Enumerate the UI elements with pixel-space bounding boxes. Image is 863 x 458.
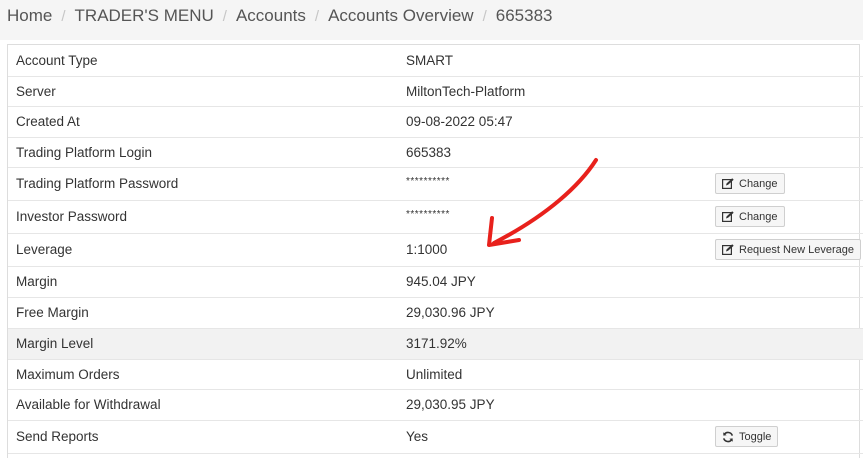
- maximum-orders-label: Maximum Orders: [16, 366, 120, 382]
- account-type-value: SMART: [406, 52, 454, 68]
- breadcrumb-accounts[interactable]: Accounts: [236, 6, 306, 25]
- platform-password-label: Trading Platform Password: [16, 176, 179, 191]
- refresh-icon: [722, 431, 734, 443]
- account-details-table: Account Type SMART Server MiltonTech-Pla…: [8, 45, 863, 454]
- edit-icon: [722, 178, 734, 189]
- row-platform-password: Trading Platform Password ********** Cha…: [8, 167, 863, 200]
- row-send-reports: Send Reports Yes Toggle: [8, 420, 863, 453]
- created-at-value: 09-08-2022 05:47: [406, 114, 513, 129]
- row-margin-level: Margin Level 3171.92%: [8, 328, 863, 359]
- row-available-withdrawal: Available for Withdrawal 29,030.95 JPY: [8, 389, 863, 420]
- change-platform-password-label: Change: [739, 177, 778, 190]
- free-margin-label: Free Margin: [16, 305, 89, 320]
- investor-password-label: Investor Password: [16, 209, 128, 224]
- account-type-label: Account Type: [16, 52, 98, 68]
- send-reports-value: Yes: [406, 429, 429, 444]
- row-maximum-orders: Maximum Orders Unlimited: [8, 359, 863, 389]
- request-new-leverage-button[interactable]: Request New Leverage: [715, 239, 861, 260]
- margin-value: 945.04 JPY: [406, 274, 476, 289]
- platform-login-label: Trading Platform Login: [16, 144, 153, 160]
- platform-login-value: 665383: [406, 144, 452, 160]
- change-investor-password-button[interactable]: Change: [715, 206, 785, 227]
- toggle-reports-button[interactable]: Toggle: [715, 426, 779, 447]
- breadcrumb-separator: /: [61, 8, 66, 25]
- margin-level-label: Margin Level: [16, 336, 94, 351]
- server-label: Server: [16, 83, 56, 99]
- breadcrumb-home[interactable]: Home: [7, 6, 52, 25]
- breadcrumb-traders-menu[interactable]: TRADER'S MENU: [75, 6, 214, 25]
- send-reports-label: Send Reports: [16, 429, 99, 444]
- change-platform-password-button[interactable]: Change: [715, 173, 785, 194]
- investor-password-value: **********: [406, 209, 450, 220]
- row-free-margin: Free Margin 29,030.96 JPY: [8, 297, 863, 328]
- available-withdrawal-label: Available for Withdrawal: [16, 397, 161, 412]
- leverage-value: 1:1000: [406, 242, 448, 257]
- maximum-orders-value: Unlimited: [406, 366, 463, 382]
- margin-level-value: 3171.92%: [406, 336, 467, 351]
- row-server: Server MiltonTech-Platform: [8, 76, 863, 106]
- row-created-at: Created At 09-08-2022 05:47: [8, 106, 863, 137]
- account-details-panel: Account Type SMART Server MiltonTech-Pla…: [7, 44, 863, 458]
- leverage-label: Leverage: [16, 242, 73, 257]
- breadcrumb-separator: /: [482, 8, 487, 25]
- free-margin-value: 29,030.96 JPY: [406, 305, 495, 320]
- platform-password-value: **********: [406, 176, 450, 187]
- available-withdrawal-value: 29,030.95 JPY: [406, 397, 495, 412]
- row-account-type: Account Type SMART: [8, 45, 863, 76]
- row-investor-password: Investor Password ********** Change: [8, 200, 863, 233]
- request-new-leverage-label: Request New Leverage: [739, 243, 854, 256]
- breadcrumb: Home / TRADER'S MENU / Accounts / Accounts Ove…: [0, 0, 863, 40]
- edit-icon: [722, 211, 734, 222]
- breadcrumb-separator: /: [222, 8, 227, 25]
- breadcrumb-accounts-overview[interactable]: Accounts Overview: [328, 6, 474, 25]
- edit-icon: [722, 244, 734, 255]
- created-at-label: Created At: [16, 114, 80, 129]
- row-leverage: Leverage 1:1000 Request New Leverage: [8, 233, 863, 266]
- breadcrumb-current-account: 665383: [495, 6, 553, 25]
- margin-label: Margin: [16, 274, 58, 289]
- change-investor-password-label: Change: [739, 210, 778, 223]
- row-platform-login: Trading Platform Login 665383: [8, 137, 863, 167]
- server-value: MiltonTech-Platform: [406, 83, 526, 99]
- row-margin: Margin 945.04 JPY: [8, 266, 863, 297]
- toggle-reports-label: Toggle: [739, 430, 772, 443]
- breadcrumb-separator: /: [314, 8, 320, 25]
